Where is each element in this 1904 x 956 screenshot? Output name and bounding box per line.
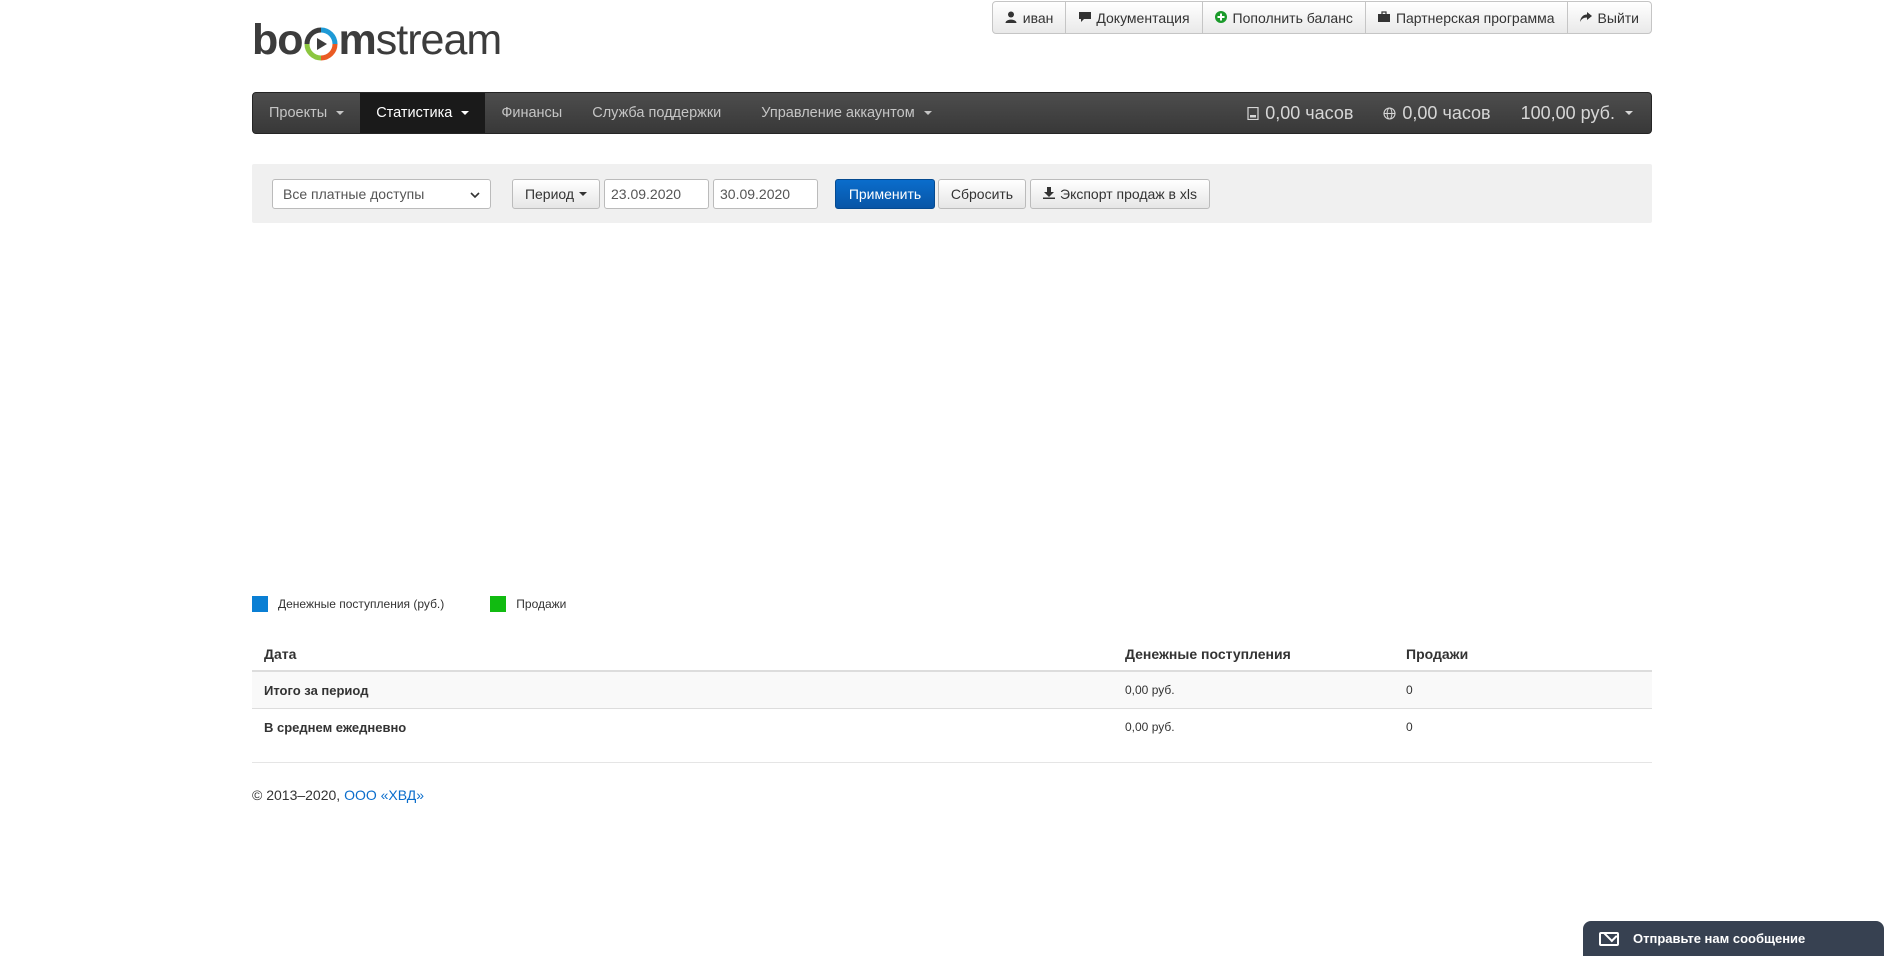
live-hours-stat: 0,00 часов xyxy=(1368,103,1505,124)
partner-program-button[interactable]: Партнерская программа xyxy=(1364,2,1567,33)
legend-label-sales: Продажи xyxy=(516,597,567,611)
balance-dropdown[interactable]: 100,00 руб. xyxy=(1506,103,1651,124)
caret-down-icon xyxy=(461,111,470,115)
logo-text-end: stream xyxy=(375,16,502,64)
top-up-label: Пополнить баланс xyxy=(1232,9,1353,26)
date-to-input[interactable]: 30.09.2020 xyxy=(713,179,818,209)
chat-widget-button[interactable]: Отправьте нам сообщение xyxy=(1583,921,1884,956)
share-arrow-icon xyxy=(1580,11,1593,24)
plus-circle-icon xyxy=(1215,11,1228,24)
user-icon xyxy=(1005,11,1018,24)
reset-label: Сбросить xyxy=(950,186,1014,202)
nav-statistics-label: Статистика xyxy=(376,105,453,121)
documentation-button[interactable]: Документация xyxy=(1065,2,1201,33)
logo-play-icon xyxy=(304,25,338,61)
nav-account-management[interactable]: Управление аккаунтом xyxy=(737,93,947,133)
apply-button[interactable]: Применить xyxy=(835,179,935,209)
chevron-down-icon xyxy=(470,186,480,202)
logout-button[interactable]: Выйти xyxy=(1566,2,1651,33)
record-hours-stat: 0,00 часов xyxy=(1231,103,1368,124)
column-header-sales: Продажи xyxy=(1394,638,1652,672)
balance-value: 100,00 руб. xyxy=(1520,102,1615,123)
nav-support[interactable]: Служба поддержки xyxy=(578,93,737,133)
partner-label: Партнерская программа xyxy=(1395,9,1555,26)
export-label: Экспорт продаж в xls xyxy=(1060,186,1197,202)
legend-item-income: Денежные поступления (руб.) xyxy=(252,596,444,612)
reset-button[interactable]: Сбросить xyxy=(938,179,1026,209)
logo-text-start: bo xyxy=(252,16,304,64)
stats-table: Дата Денежные поступления Продажи Итого … xyxy=(252,638,1652,745)
footer-divider xyxy=(252,762,1652,763)
legend-label-income: Денежные поступления (руб.) xyxy=(278,597,445,611)
legend-swatch-income xyxy=(252,596,268,612)
user-label: иван xyxy=(1022,9,1054,26)
nav-stats-group: 0,00 часов 0,00 часов 100,00 руб. xyxy=(1231,93,1651,133)
record-hours-value: 0,00 часов xyxy=(1265,102,1354,123)
caret-down-icon xyxy=(1625,111,1633,115)
nav-support-label: Служба поддержки xyxy=(592,105,722,121)
row-income: 0,00 руб. xyxy=(1113,670,1394,709)
hdd-icon xyxy=(1246,106,1259,120)
download-icon xyxy=(1043,186,1055,202)
legend-swatch-sales xyxy=(490,596,507,612)
nav-statistics[interactable]: Статистика xyxy=(360,93,486,133)
date-from-value: 23.09.2020 xyxy=(611,186,682,202)
user-button[interactable]: иван xyxy=(993,2,1066,33)
top-button-group: иван Документация Пополнить баланс Партн… xyxy=(991,1,1652,34)
chat-widget-label: Отправьте нам сообщение xyxy=(1633,931,1806,946)
access-type-value: Все платные доступы xyxy=(283,186,425,202)
nav-projects[interactable]: Проекты xyxy=(253,93,360,133)
table-row: Итого за период 0,00 руб. 0 xyxy=(252,670,1652,709)
chart-legend: Денежные поступления (руб.) Продажи xyxy=(252,596,612,612)
legend-item-sales: Продажи xyxy=(490,596,566,612)
nav-account-label: Управление аккаунтом xyxy=(761,105,915,121)
nav-projects-label: Проекты xyxy=(269,105,328,121)
documentation-label: Документация xyxy=(1096,9,1190,26)
access-type-select[interactable]: Все платные доступы xyxy=(272,179,491,209)
date-from-input[interactable]: 23.09.2020 xyxy=(604,179,709,209)
row-sales: 0 xyxy=(1394,708,1652,745)
envelope-icon xyxy=(1599,931,1619,946)
period-dropdown-button[interactable]: Период xyxy=(512,179,600,209)
briefcase-icon xyxy=(1378,11,1391,24)
logout-label: Выйти xyxy=(1597,9,1639,26)
caret-down-icon xyxy=(923,111,932,115)
footer: © 2013–2020, ООО «ХВД» xyxy=(252,787,424,803)
table-header-row: Дата Денежные поступления Продажи xyxy=(252,638,1652,672)
boomstream-logo[interactable]: bo m stream xyxy=(252,16,502,64)
row-label: Итого за период xyxy=(252,670,1113,709)
live-hours-value: 0,00 часов xyxy=(1402,102,1491,123)
caret-down-icon xyxy=(336,111,345,115)
comment-icon xyxy=(1078,11,1091,24)
export-xls-button[interactable]: Экспорт продаж в xls xyxy=(1030,179,1210,209)
row-sales: 0 xyxy=(1394,670,1652,709)
row-income: 0,00 руб. xyxy=(1113,708,1394,745)
logo-text-m: m xyxy=(338,16,377,64)
table-row: В среднем ежедневно 0,00 руб. 0 xyxy=(252,708,1652,745)
footer-copyright: © 2013–2020, xyxy=(252,787,341,803)
row-label: В среднем ежедневно xyxy=(252,708,1113,745)
filter-panel: Все платные доступы Период 23.09.2020 30… xyxy=(252,164,1652,223)
caret-down-icon xyxy=(579,192,588,196)
apply-label: Применить xyxy=(848,186,922,202)
footer-company-link[interactable]: ООО «ХВД» xyxy=(344,787,424,803)
globe-icon xyxy=(1383,106,1396,120)
column-header-date: Дата xyxy=(252,638,1113,672)
nav-finance-label: Финансы xyxy=(501,105,563,121)
period-label: Период xyxy=(524,186,575,202)
nav-finance[interactable]: Финансы xyxy=(485,93,578,133)
column-header-income: Денежные поступления xyxy=(1113,638,1394,672)
date-to-value: 30.09.2020 xyxy=(720,186,791,202)
main-navbar: Проекты Статистика Финансы Служба поддер… xyxy=(252,92,1652,134)
top-up-balance-button[interactable]: Пополнить баланс xyxy=(1201,2,1365,33)
